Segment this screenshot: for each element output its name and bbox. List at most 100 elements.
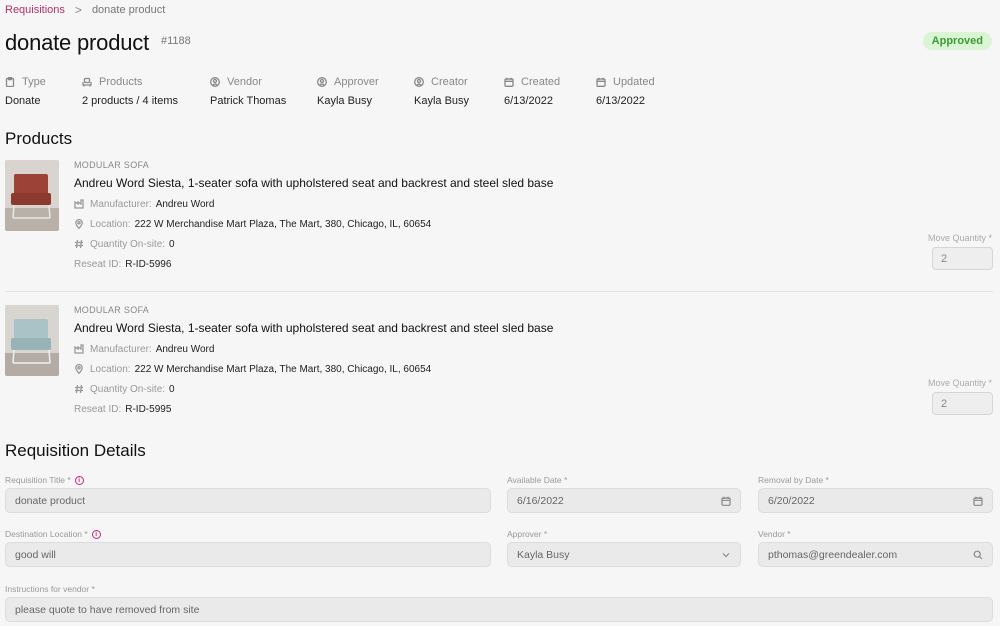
destination-location-value: good will	[15, 548, 56, 561]
manufacturer-row: Manufacturer: Andreu Word	[74, 343, 553, 355]
available-date-label: Available Date *	[507, 475, 568, 485]
meta-type-label: Type	[22, 76, 46, 88]
status-badge: Approved	[922, 32, 992, 50]
quantity-value: 0	[169, 238, 175, 250]
meta-creator: Creator Kayla Busy	[414, 75, 469, 107]
reseat-row: Reseat ID: R-ID-5996	[74, 258, 553, 270]
removal-date-input[interactable]: 6/20/2022	[758, 488, 993, 513]
manufacturer-value: Andreu Word	[155, 198, 215, 210]
meta-vendor-label: Vendor	[227, 76, 262, 88]
product-category: MODULAR SOFA	[74, 305, 150, 315]
approver-select[interactable]: Kayla Busy	[507, 542, 741, 567]
location-row: Location: 222 W Merchandise Mart Plaza, …	[74, 218, 553, 230]
breadcrumb-requisitions-link[interactable]: Requisitions	[5, 4, 65, 16]
meta-type-value: Donate	[5, 95, 41, 107]
meta-updated: Updated 6/13/2022	[596, 75, 655, 107]
vendor-input[interactable]: pthomas@greendealer.com	[758, 542, 993, 567]
reseat-label: Reseat ID:	[74, 258, 122, 270]
meta-vendor: Vendor Patrick Thomas	[210, 75, 286, 107]
factory-icon	[74, 199, 84, 209]
manufacturer-label: Manufacturer:	[90, 198, 152, 210]
location-value: 222 W Merchandise Mart Plaza, The Mart, …	[134, 218, 432, 230]
product-image	[5, 160, 59, 231]
requisition-number: #1188	[160, 35, 191, 47]
meta-products-label: Products	[99, 76, 143, 88]
quantity-row: Quantity On-site: 0	[74, 383, 553, 395]
user-icon	[317, 77, 327, 87]
meta-created: Created 6/13/2022	[504, 75, 560, 107]
search-icon[interactable]	[973, 550, 983, 560]
calendar-icon[interactable]	[721, 496, 731, 506]
calendar-icon[interactable]	[973, 496, 983, 506]
move-quantity-input[interactable]: 2	[932, 247, 993, 270]
product-name: Andreu Word Siesta, 1-seater sofa with u…	[74, 321, 554, 335]
destination-location-input[interactable]: good will	[5, 542, 491, 567]
title-row: donate product #1188	[5, 30, 191, 56]
meta-vendor-value: Patrick Thomas	[210, 95, 287, 107]
removal-date-value: 6/20/2022	[768, 494, 815, 507]
hash-icon	[75, 239, 83, 249]
removal-date-label: Removal by Date *	[758, 475, 829, 485]
clipboard-icon	[5, 77, 15, 87]
instructions-value: please quote to have removed from site	[15, 603, 200, 616]
available-date-value: 6/16/2022	[517, 494, 564, 507]
approver-value: Kayla Busy	[517, 548, 570, 561]
manufacturer-value: Andreu Word	[155, 343, 215, 355]
quantity-label: Quantity On-site:	[90, 238, 166, 250]
product-category: MODULAR SOFA	[74, 160, 150, 170]
vendor-label: Vendor *	[758, 529, 791, 539]
quantity-value: 0	[169, 383, 175, 395]
quantity-label: Quantity On-site:	[90, 383, 166, 395]
meta-created-value: 6/13/2022	[504, 95, 553, 107]
meta-type: Type Donate	[5, 75, 46, 107]
product-info: MODULAR SOFA Andreu Word Siesta, 1-seate…	[74, 305, 553, 415]
reseat-value: R-ID-5996	[125, 258, 172, 270]
requisition-title-input[interactable]: donate product	[5, 488, 491, 513]
manufacturer-row: Manufacturer: Andreu Word	[74, 198, 553, 210]
manufacturer-label: Manufacturer:	[90, 343, 152, 355]
requisition-title-label: Requisition Title * i	[5, 475, 84, 485]
available-date-input[interactable]: 6/16/2022	[507, 488, 741, 513]
calendar-icon	[504, 77, 514, 87]
info-icon[interactable]: i	[91, 529, 101, 539]
breadcrumb-separator: >	[74, 3, 82, 17]
move-quantity-label: Move Quantity *	[927, 233, 992, 243]
meta-updated-label: Updated	[613, 76, 655, 88]
instructions-label: Instructions for vendor *	[5, 584, 95, 594]
products-section-title: Products	[5, 129, 73, 148]
meta-created-label: Created	[521, 76, 561, 88]
breadcrumb: Requisitions > donate product	[5, 3, 165, 17]
info-icon[interactable]: i	[74, 475, 84, 485]
user-icon	[210, 77, 220, 87]
location-label: Location:	[90, 363, 131, 375]
product-card: MODULAR SOFA Andreu Word Siesta, 1-seate…	[0, 160, 1000, 290]
location-label: Location:	[90, 218, 131, 230]
product-info: MODULAR SOFA Andreu Word Siesta, 1-seate…	[74, 160, 553, 270]
location-row: Location: 222 W Merchandise Mart Plaza, …	[74, 363, 553, 375]
product-card: MODULAR SOFA Andreu Word Siesta, 1-seate…	[0, 305, 1000, 435]
vendor-value: pthomas@greendealer.com	[768, 548, 898, 561]
product-image	[5, 305, 59, 376]
meta-approver-value: Kayla Busy	[317, 95, 373, 107]
move-quantity-input[interactable]: 2	[932, 392, 993, 415]
product-divider	[5, 291, 993, 292]
meta-approver: Approver Kayla Busy	[317, 75, 379, 107]
destination-location-label: Destination Location * i	[5, 529, 101, 539]
sofa-icon	[82, 77, 92, 87]
instructions-input[interactable]: please quote to have removed from site	[5, 597, 993, 622]
meta-products: Products 2 products / 4 items	[82, 75, 178, 107]
page-title: donate product	[5, 30, 149, 55]
destination-location-label-text: Destination Location *	[5, 529, 88, 539]
requisition-title-value: donate product	[15, 494, 86, 507]
meta-approver-label: Approver	[334, 76, 379, 88]
requisition-title-label-text: Requisition Title *	[5, 475, 71, 485]
location-value: 222 W Merchandise Mart Plaza, The Mart, …	[134, 363, 432, 375]
meta-updated-value: 6/13/2022	[596, 95, 645, 107]
meta-products-value: 2 products / 4 items	[82, 95, 178, 107]
details-section-title: Requisition Details	[5, 441, 146, 460]
factory-icon	[74, 344, 84, 354]
breadcrumb-current: donate product	[91, 4, 166, 16]
meta-creator-label: Creator	[431, 76, 468, 88]
calendar-icon	[596, 77, 606, 87]
reseat-label: Reseat ID:	[74, 403, 122, 415]
